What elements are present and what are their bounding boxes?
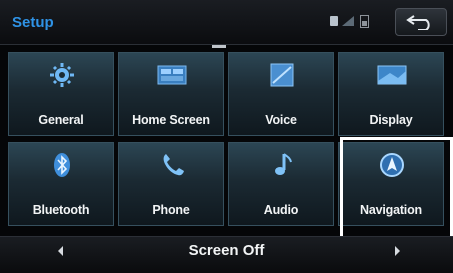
gear-icon <box>50 63 74 87</box>
display-icon <box>377 65 407 85</box>
header-bar: Setup <box>0 0 453 45</box>
back-button[interactable] <box>395 8 447 36</box>
setup-screen: Setup General Home Screen Voice Display … <box>0 0 453 273</box>
battery-icon <box>360 15 369 28</box>
navigation-tile-highlight <box>340 137 453 241</box>
tile-phone[interactable]: Phone <box>118 142 224 226</box>
tile-label: Voice <box>265 113 297 127</box>
voice-icon <box>270 63 294 87</box>
tile-label: Home Screen <box>132 113 210 127</box>
page-title: Setup <box>12 14 54 31</box>
tile-label: Audio <box>263 203 299 217</box>
tile-voice[interactable]: Voice <box>228 52 334 136</box>
back-arrow-icon <box>406 15 430 30</box>
tile-bluetooth[interactable]: Bluetooth <box>8 142 114 226</box>
music-note-icon <box>275 153 292 175</box>
tile-home-screen[interactable]: Home Screen <box>118 52 224 136</box>
drag-handle[interactable] <box>212 45 226 48</box>
tile-label: Bluetooth <box>32 203 90 217</box>
signal-icon <box>342 16 354 26</box>
status-indicators <box>330 12 384 30</box>
bluetooth-status-icon <box>330 16 338 26</box>
tile-label: General <box>38 113 84 127</box>
phone-icon <box>163 154 184 176</box>
tile-label: Phone <box>152 203 190 217</box>
tile-display[interactable]: Display <box>338 52 444 136</box>
screen-off-button[interactable]: Screen Off <box>0 242 453 259</box>
tile-general[interactable]: General <box>8 52 114 136</box>
bluetooth-icon <box>54 153 70 177</box>
home-screen-icon <box>157 65 187 85</box>
tile-audio[interactable]: Audio <box>228 142 334 226</box>
tile-label: Display <box>369 113 413 127</box>
chevron-right-icon[interactable] <box>395 246 400 256</box>
